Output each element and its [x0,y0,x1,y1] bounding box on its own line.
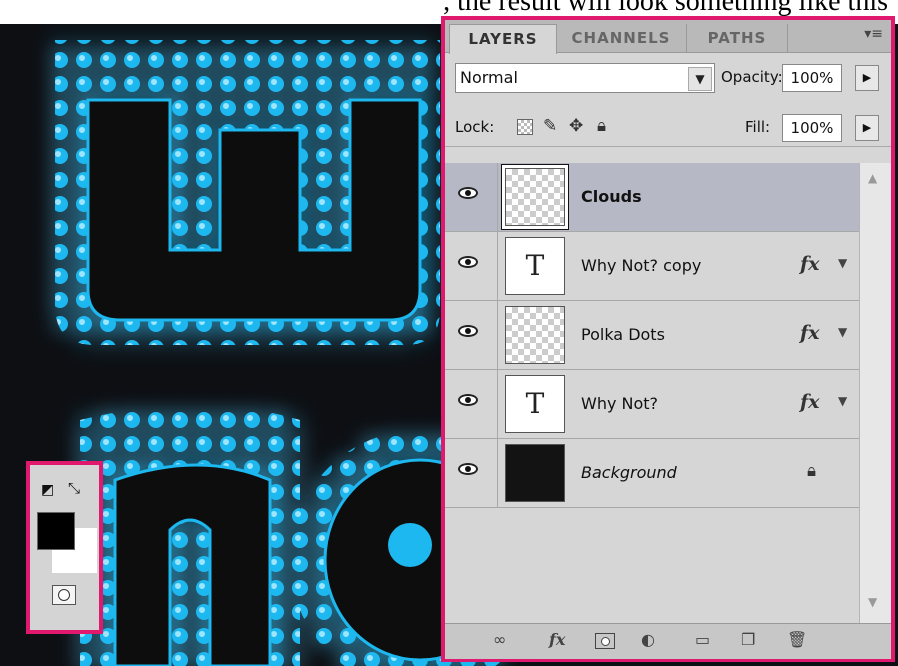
layer-name: Background [581,463,677,482]
color-tools: ◩ ⤡ [26,461,103,634]
fx-icon: fx [800,253,820,275]
layer-row-polka-dots[interactable]: Polka Dots fx ▼ [445,301,859,370]
scroll-down-icon[interactable]: ▼ [868,595,877,609]
add-mask-icon[interactable] [595,633,615,649]
letter-w [55,40,440,345]
expand-effects-icon[interactable]: ▼ [838,256,847,270]
opacity-input[interactable]: 100% [782,64,842,92]
blend-mode-value: Normal [460,68,518,87]
foreground-color-swatch[interactable] [37,512,75,550]
fx-icon: fx [800,391,820,413]
layer-name: Why Not? [581,394,659,413]
tab-paths[interactable]: PATHS [687,24,788,52]
fx-icon: fx [800,322,820,344]
opacity-slider-button[interactable]: ▶ [855,65,879,91]
eye-icon [458,256,478,268]
layer-row-why-not-copy[interactable]: T Why Not? copy fx ▼ [445,232,859,301]
panel-menu-icon[interactable]: ▾≡ [864,26,883,42]
eye-icon [458,325,478,337]
layer-name: Clouds [581,187,642,206]
visibility-toggle[interactable] [445,163,498,231]
new-layer-icon[interactable]: ❐ [741,631,755,649]
visibility-toggle[interactable] [445,232,498,300]
layer-thumbnail [505,306,565,364]
adjustment-layer-icon[interactable]: ◐ [641,631,655,649]
fill-slider-button[interactable]: ▶ [855,115,879,141]
layer-row-clouds[interactable]: Clouds [445,163,859,232]
quick-mask-icon[interactable] [52,585,76,605]
layer-name: Polka Dots [581,325,665,344]
eye-icon [458,394,478,406]
blend-mode-select[interactable]: Normal ▼ [455,63,715,93]
swap-colors-icon[interactable]: ⤡ [68,481,80,496]
visibility-toggle[interactable] [445,439,498,507]
layer-name: Why Not? copy [581,256,702,275]
opacity-label: Opacity: [721,68,783,86]
eye-icon [458,187,478,199]
lock-label: Lock: [455,118,495,136]
text-layer-thumbnail: T [505,237,565,295]
layers-panel: LAYERS CHANNELS PATHS ▾≡ Normal ▼ Opacit… [441,16,895,662]
layer-thumbnail [502,165,568,229]
lock-transparent-pixels-icon[interactable] [517,119,533,135]
layers-scrollbar[interactable]: ▲ ▼ [859,163,891,623]
visibility-toggle[interactable] [445,301,498,369]
add-layer-style-icon[interactable]: fx [549,631,565,649]
layer-row-background[interactable]: Background 🔒︎ [445,439,859,508]
visibility-toggle[interactable] [445,370,498,438]
fill-label: Fill: [745,118,771,136]
default-colors-icon[interactable]: ◩ [41,483,54,497]
eye-icon [458,463,478,475]
tab-layers[interactable]: LAYERS [449,24,557,54]
layer-thumbnail [505,444,565,502]
tab-channels[interactable]: CHANNELS [556,24,687,52]
panel-footer: ∞ fx ◐ ▭ ❐ 🗑︎ [445,623,891,659]
trash-icon[interactable]: 🗑︎ [787,631,807,649]
blend-row: Normal ▼ Opacity: 100% ▶ [445,60,891,98]
panel-tabbar: LAYERS CHANNELS PATHS ▾≡ [445,20,891,54]
lock-position-move-icon[interactable]: ✥ [569,116,583,136]
lock-all-icon[interactable]: 🔒︎ [597,116,606,136]
scroll-up-icon[interactable]: ▲ [868,171,877,185]
lock-row: Lock: ✎ ✥ 🔒︎ Fill: 100% ▶ [445,106,891,147]
text-layer-thumbnail: T [505,375,565,433]
new-group-folder-icon[interactable]: ▭ [695,631,710,649]
chevron-down-icon: ▼ [688,67,712,91]
expand-effects-icon[interactable]: ▼ [838,325,847,339]
layer-row-why-not[interactable]: T Why Not? fx ▼ [445,370,859,439]
layers-list: Clouds T Why Not? copy fx ▼ Polka Dots f… [445,163,859,623]
fill-input[interactable]: 100% [782,114,842,142]
expand-effects-icon[interactable]: ▼ [838,394,847,408]
lock-icon: 🔒︎ [807,461,817,481]
lock-image-pixels-brush-icon[interactable]: ✎ [543,116,557,136]
link-layers-icon[interactable]: ∞ [493,631,506,649]
